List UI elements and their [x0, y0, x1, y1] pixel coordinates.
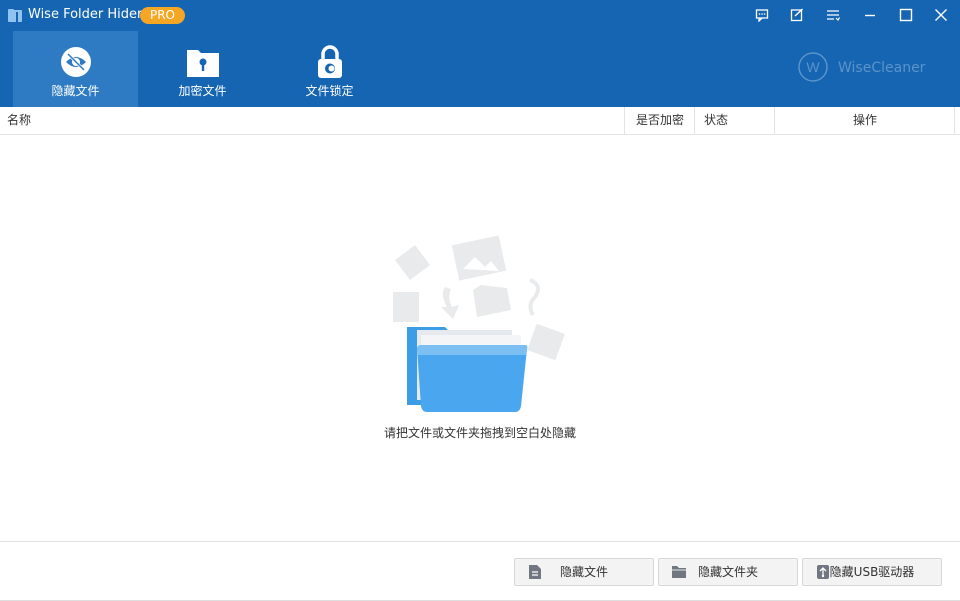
- eye-slash-icon: [61, 47, 91, 77]
- pro-badge: PRO: [140, 7, 185, 24]
- column-status[interactable]: 状态: [704, 107, 774, 134]
- tab-hide-file-label: 隐藏文件: [51, 84, 100, 98]
- column-divider: [694, 107, 695, 134]
- feedback-icon: [755, 9, 769, 22]
- edit-icon: [790, 8, 804, 22]
- column-divider: [954, 107, 955, 134]
- padlock-icon: [318, 45, 342, 78]
- hide-usb-drive-button[interactable]: 隐藏USB驱动器: [802, 558, 942, 586]
- wisecleaner-logo-icon: W: [798, 52, 828, 82]
- table-header: 名称 是否加密 状态 操作: [0, 107, 960, 135]
- menu-button[interactable]: [818, 0, 848, 30]
- header-bar: Wise Folder Hider PRO 隐藏文件 加密文件 文件锁定 W W…: [0, 0, 960, 107]
- tab-lock-file-label: 文件锁定: [305, 84, 354, 98]
- menu-icon: [827, 10, 840, 21]
- tab-encrypt-file[interactable]: 加密文件: [140, 31, 265, 107]
- wisecleaner-brand[interactable]: W WiseCleaner: [796, 52, 946, 82]
- feedback-button[interactable]: [747, 0, 777, 30]
- tab-lock-file[interactable]: 文件锁定: [267, 31, 392, 107]
- minimize-icon: [865, 14, 875, 17]
- app-title: Wise Folder Hider: [28, 7, 143, 22]
- column-encrypted[interactable]: 是否加密: [625, 107, 695, 134]
- drop-files-illustration: [393, 235, 565, 412]
- drop-hint-text: 请把文件或文件夹拖拽到空白处隐藏: [383, 426, 576, 440]
- footer-bar: 隐藏文件 隐藏文件夹 隐藏USB驱动器: [0, 541, 960, 601]
- title-bar: Wise Folder Hider PRO: [0, 0, 960, 30]
- column-action[interactable]: 操作: [775, 107, 955, 134]
- svg-text:W: W: [806, 59, 820, 75]
- file-drop-area[interactable]: 请把文件或文件夹拖拽到空白处隐藏: [0, 135, 960, 541]
- hide-file-button-label: 隐藏文件: [559, 565, 608, 579]
- edit-button[interactable]: [782, 0, 812, 30]
- minimize-button[interactable]: [855, 0, 885, 30]
- brand-text: WiseCleaner: [838, 60, 926, 76]
- maximize-icon: [899, 8, 913, 22]
- hide-usb-drive-button-label: 隐藏USB驱动器: [829, 565, 915, 579]
- hide-folder-button-label: 隐藏文件夹: [697, 565, 758, 579]
- column-name[interactable]: 名称: [7, 107, 622, 134]
- hide-file-button[interactable]: 隐藏文件: [514, 558, 654, 586]
- close-button[interactable]: [926, 0, 956, 30]
- close-icon: [935, 9, 947, 21]
- folder-lock-icon: [187, 50, 219, 77]
- hide-folder-button[interactable]: 隐藏文件夹: [658, 558, 798, 586]
- app-logo-icon: [8, 9, 22, 22]
- tab-hide-file[interactable]: 隐藏文件: [13, 31, 138, 107]
- tab-encrypt-file-label: 加密文件: [178, 84, 227, 98]
- maximize-button[interactable]: [891, 0, 921, 30]
